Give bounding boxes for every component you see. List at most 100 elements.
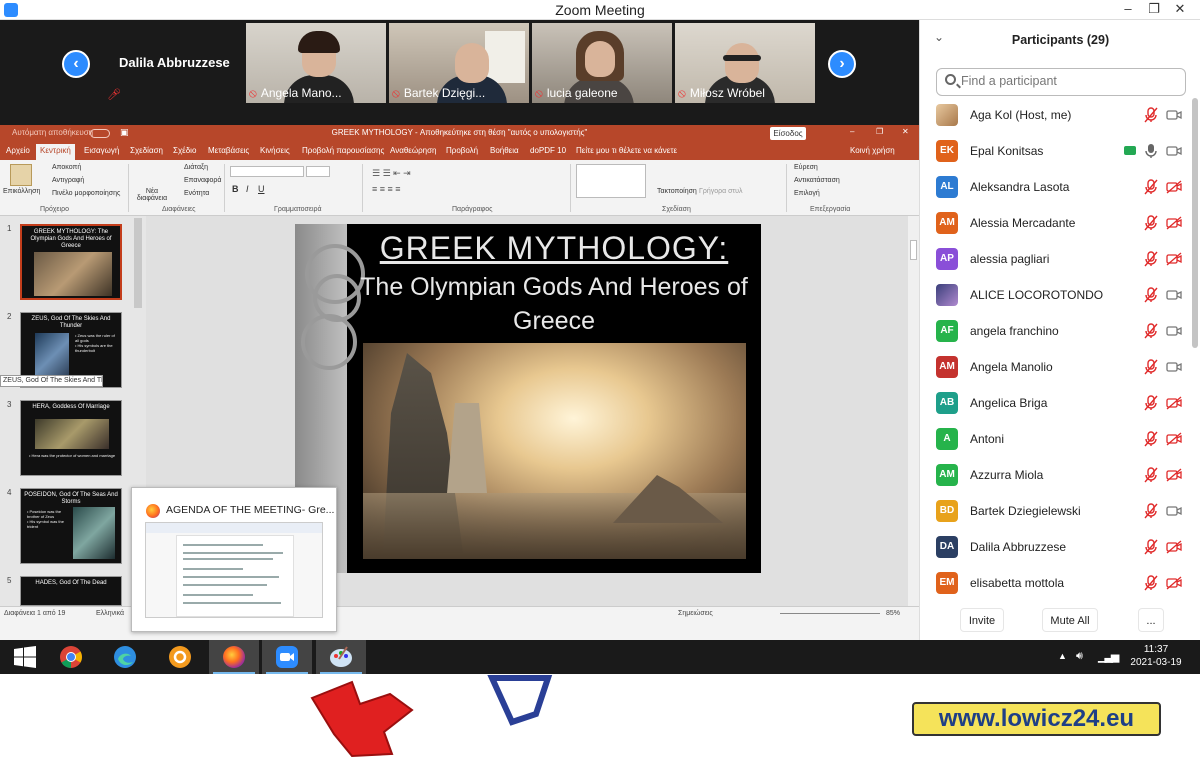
participant-row[interactable]: AF angela franchino (920, 314, 1190, 350)
select-button[interactable]: Επιλογή (794, 190, 820, 197)
tab-help[interactable]: Βοήθεια (490, 146, 519, 155)
camera-on-icon[interactable] (1166, 360, 1182, 374)
camera-on-icon[interactable] (1166, 144, 1182, 158)
mic-muted-icon[interactable] (1144, 395, 1158, 411)
align-icons[interactable]: ≡ ≡ ≡ ≡ (372, 184, 401, 194)
slide-thumbnail[interactable]: HADES, God Of The Dead (20, 576, 122, 606)
mute-all-button[interactable]: Mute All (1042, 608, 1098, 632)
tab-draw[interactable]: Σχέδιο (173, 146, 196, 155)
participant-row[interactable]: AB Angelica Briga (920, 386, 1190, 422)
taskbar-firefox[interactable] (209, 640, 259, 674)
slide-thumbnail[interactable]: HERA, Goddess Of Marriage • Hera was the… (20, 400, 122, 476)
ppt-close-button[interactable]: ✕ (902, 127, 909, 136)
mic-muted-icon[interactable] (1144, 359, 1158, 375)
taskbar-app-orange[interactable] (155, 640, 205, 674)
mic-muted-icon[interactable] (1144, 251, 1158, 267)
bullets-icon[interactable]: ☰ ☰ ⇤ ⇥ (372, 168, 411, 179)
camera-off-icon[interactable] (1166, 432, 1182, 446)
video-tile[interactable]: ⦸ Miłosz Wróbel (675, 23, 815, 103)
mic-on-icon[interactable] (1144, 143, 1158, 159)
tab-transitions[interactable]: Μεταβάσεις (208, 146, 249, 155)
tab-file[interactable]: Αρχείο (6, 146, 30, 155)
minimize-button[interactable]: – (1116, 1, 1140, 19)
participant-row[interactable]: AP alessia pagliari (920, 242, 1190, 278)
network-icon[interactable]: ▁▃▅ (1098, 650, 1119, 663)
mic-muted-icon[interactable] (1144, 575, 1158, 591)
camera-off-icon[interactable] (1166, 180, 1182, 194)
show-hidden-icons[interactable]: ▲ (1058, 651, 1067, 661)
mic-muted-icon[interactable] (1144, 287, 1158, 303)
italic-icon[interactable]: I (246, 184, 249, 194)
camera-off-icon[interactable] (1166, 396, 1182, 410)
participant-row[interactable]: AM Azzurra Miola (920, 458, 1190, 494)
close-button[interactable]: ✕ (1168, 1, 1192, 19)
more-button[interactable]: ... (1138, 608, 1164, 632)
find-button[interactable]: Εύρεση (794, 164, 818, 171)
clock[interactable]: 11:37 2021-03-19 (1126, 644, 1186, 668)
invite-button[interactable]: Invite (960, 608, 1004, 632)
slide-thumbnail[interactable]: POSEIDON, God Of The Seas And Storms • P… (20, 488, 122, 564)
mic-muted-icon[interactable] (1144, 323, 1158, 339)
slide-vertical-scrollbar[interactable] (908, 216, 919, 606)
maximize-button[interactable]: ❐ (1142, 1, 1166, 19)
arrange-button[interactable]: Τακτοποίηση (657, 188, 697, 195)
previous-page-button[interactable]: ‹ (62, 50, 90, 78)
current-slide[interactable]: GREEK MYTHOLOGY: The Olympian Gods And H… (295, 224, 761, 573)
tab-insert[interactable]: Εισαγωγή (84, 146, 119, 155)
participant-row[interactable]: AL Aleksandra Lasota (920, 170, 1190, 206)
camera-off-icon[interactable] (1166, 216, 1182, 230)
camera-on-icon[interactable] (1166, 324, 1182, 338)
reset-button[interactable]: Επαναφορά (184, 177, 221, 184)
zoom-slider[interactable] (780, 613, 880, 614)
preview-thumbnail[interactable] (145, 522, 323, 618)
taskbar-preview-window[interactable]: AGENDA OF THE MEETING- Gre... (131, 487, 337, 632)
next-page-button[interactable]: › (828, 50, 856, 78)
search-input[interactable] (961, 74, 1171, 88)
volume-icon[interactable]: 🔊︎ (1076, 650, 1083, 663)
tab-dopdf[interactable]: doPDF 10 (530, 146, 566, 155)
paste-icon[interactable] (10, 164, 32, 186)
participant-search[interactable] (936, 68, 1186, 96)
video-tile[interactable]: ⦸ lucia galeone (532, 23, 672, 103)
taskbar-zoom[interactable] (262, 640, 312, 674)
camera-off-icon[interactable] (1166, 468, 1182, 482)
notes-button[interactable]: Σημειώσεις (678, 610, 713, 617)
tab-home[interactable]: Κεντρική (36, 144, 75, 160)
new-slide-button[interactable]: Νέα διαφάνεια (134, 188, 170, 202)
camera-on-icon[interactable] (1166, 108, 1182, 122)
sign-in-button[interactable]: Είσοδος (770, 127, 806, 140)
paste-button[interactable]: Επικόλληση (3, 188, 40, 195)
camera-off-icon[interactable] (1166, 252, 1182, 266)
camera-off-icon[interactable] (1166, 576, 1182, 590)
video-tile[interactable]: ⦸ Angela Mano... (246, 23, 386, 103)
participant-row[interactable]: AM Alessia Mercadante (920, 206, 1190, 242)
mic-muted-icon[interactable] (1144, 107, 1158, 123)
participant-row[interactable]: AM Angela Manolio (920, 350, 1190, 386)
mic-muted-icon[interactable] (1144, 215, 1158, 231)
shapes-gallery[interactable] (576, 164, 646, 198)
mic-muted-icon[interactable] (1144, 179, 1158, 195)
cut-button[interactable]: Αποκοπή (52, 164, 81, 171)
language-indicator[interactable]: Ελληνικά (96, 610, 124, 617)
format-painter-button[interactable]: Πινέλο μορφοποίησης (52, 190, 120, 197)
camera-on-icon[interactable] (1166, 288, 1182, 302)
thumbnail-scrollbar[interactable] (134, 218, 142, 308)
video-tile[interactable]: ⦸ Bartek Dzięgi... (389, 23, 529, 103)
ppt-restore-button[interactable]: ❐ (876, 127, 883, 136)
start-button[interactable] (0, 640, 50, 674)
ppt-minimize-button[interactable]: – (850, 127, 854, 136)
layout-button[interactable]: Διάταξη (184, 164, 208, 171)
participant-row[interactable]: DA Dalila Abbruzzese (920, 530, 1190, 566)
camera-off-icon[interactable] (1166, 540, 1182, 554)
participant-row[interactable]: EK Epal Konitsas (920, 134, 1190, 170)
tab-view[interactable]: Προβολή (446, 146, 478, 155)
mic-muted-icon[interactable] (1144, 539, 1158, 555)
mic-muted-icon[interactable] (1144, 467, 1158, 483)
tell-me-box[interactable]: Πείτε μου τι θέλετε να κάνετε (576, 146, 677, 155)
participant-row[interactable]: Aga Kol (Host, me) (920, 98, 1190, 134)
participant-row[interactable]: A Antoni (920, 422, 1190, 458)
tab-review[interactable]: Αναθεώρηση (390, 146, 436, 155)
taskbar-chrome[interactable] (46, 640, 96, 674)
font-size-select[interactable] (306, 166, 330, 177)
font-family-select[interactable] (230, 166, 304, 177)
